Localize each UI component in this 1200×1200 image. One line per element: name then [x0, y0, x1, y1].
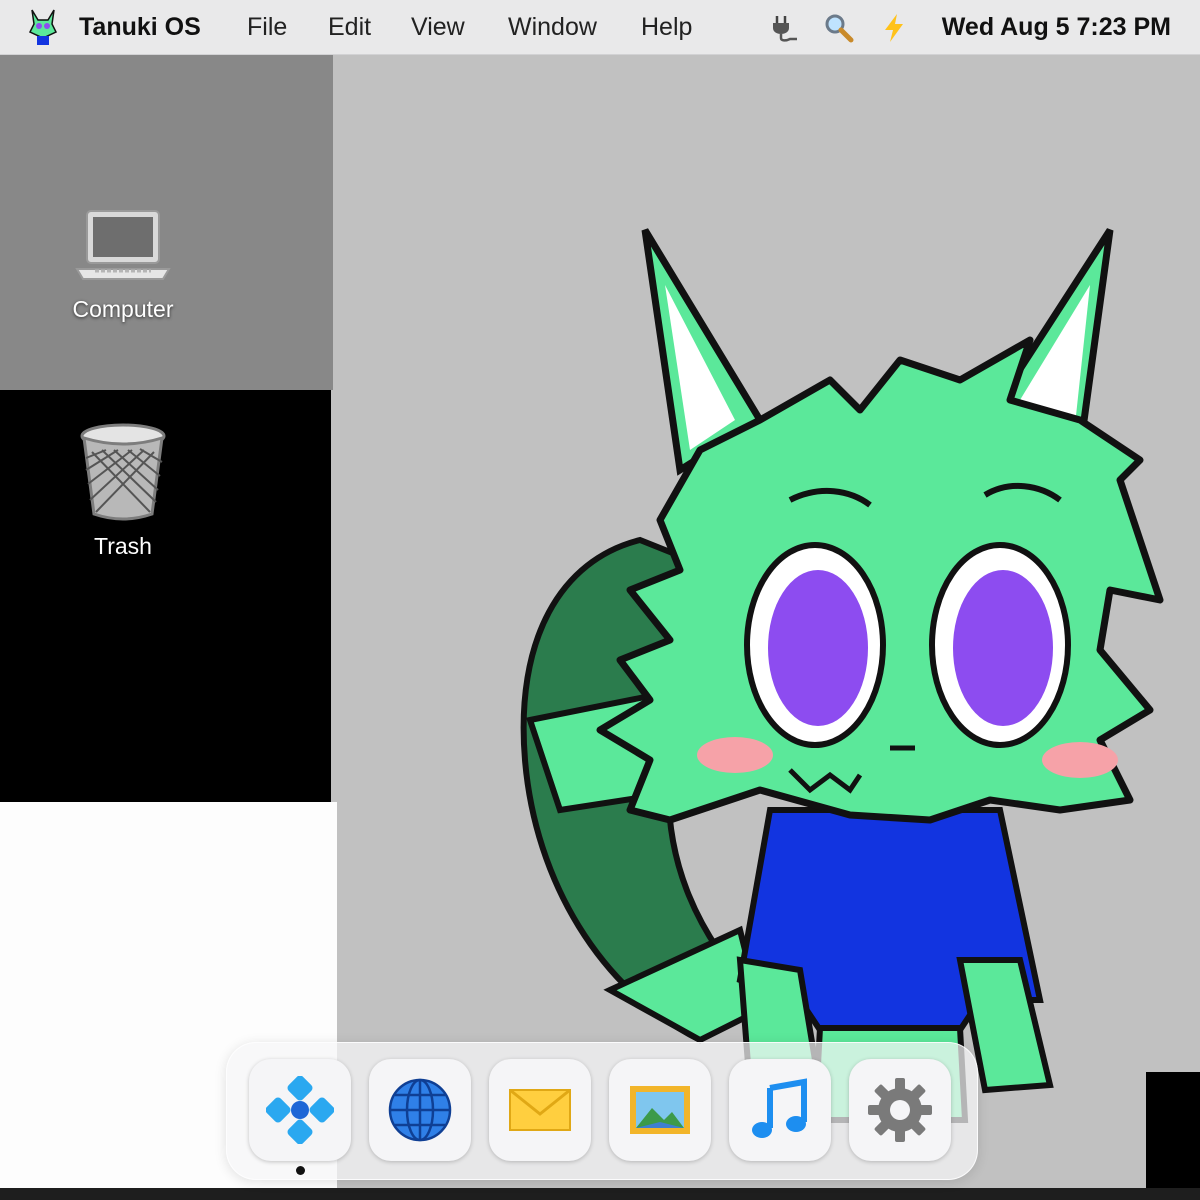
- dock-item-photos[interactable]: [609, 1059, 711, 1161]
- desktop-icon-trash[interactable]: Trash: [38, 422, 208, 560]
- menu-view[interactable]: View: [411, 13, 465, 42]
- dock-item-mail[interactable]: [489, 1059, 591, 1161]
- menu-file[interactable]: File: [247, 13, 287, 42]
- launcher-icon: [266, 1076, 334, 1144]
- tanuki-logo-icon[interactable]: [28, 6, 58, 48]
- power-plug-icon[interactable]: [768, 12, 800, 44]
- photos-icon: [630, 1086, 690, 1134]
- menu-help[interactable]: Help: [641, 13, 692, 42]
- search-icon[interactable]: [823, 12, 855, 44]
- laptop-icon: [75, 210, 171, 280]
- menubar-clock[interactable]: Wed Aug 5 7:23 PM: [942, 13, 1171, 42]
- dock-item-browser[interactable]: [369, 1059, 471, 1161]
- desktop-icon-label: Trash: [94, 533, 152, 559]
- desktop-icon-label: Computer: [72, 296, 174, 322]
- app-name[interactable]: Tanuki OS: [79, 13, 201, 42]
- music-icon: [752, 1078, 807, 1138]
- trash-icon: [80, 423, 166, 521]
- desktop-icon-computer[interactable]: Computer: [38, 205, 208, 323]
- dock: [226, 1042, 978, 1180]
- running-indicator: [296, 1166, 305, 1175]
- menu-bar: Tanuki OS File Edit View Window Help Wed…: [0, 0, 1200, 55]
- menu-window[interactable]: Window: [508, 13, 597, 42]
- mail-icon: [509, 1088, 571, 1131]
- gear-icon: [868, 1078, 932, 1142]
- dock-item-launcher[interactable]: [249, 1059, 351, 1161]
- desktop-wallpaper: [0, 0, 1200, 1200]
- menu-edit[interactable]: Edit: [328, 13, 371, 42]
- globe-icon: [388, 1078, 452, 1142]
- lightning-icon[interactable]: [878, 12, 910, 44]
- dock-item-settings[interactable]: [849, 1059, 951, 1161]
- dock-item-music[interactable]: [729, 1059, 831, 1161]
